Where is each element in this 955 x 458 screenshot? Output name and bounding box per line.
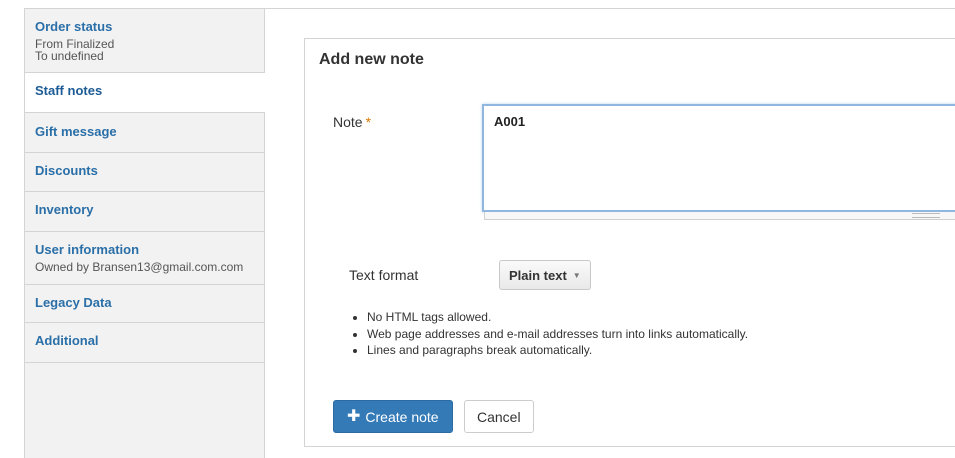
format-tip: Web page addresses and e-mail addresses … (367, 326, 748, 343)
tab-title: Order status (35, 19, 113, 34)
text-format-selected: Plain text (509, 267, 567, 283)
tab-user-information[interactable]: User information Owned by Bransen13@gmai… (25, 232, 264, 285)
tab-discounts[interactable]: Discounts (25, 153, 264, 192)
plus-icon: ✚ (347, 407, 361, 425)
text-format-select[interactable]: Plain text ▼ (499, 260, 591, 290)
tab-summary: To undefined (35, 49, 104, 63)
add-note-fieldset: Add new note Note * A001 Text format Plai… (304, 38, 955, 447)
tab-staff-notes[interactable]: Staff notes (25, 73, 265, 113)
tab-order-status[interactable]: Order status From Finalized To undefined (25, 9, 264, 73)
tab-gift-message[interactable]: Gift message (25, 113, 264, 153)
tab-title: Legacy Data (35, 295, 112, 310)
resize-grip-icon[interactable] (484, 212, 955, 220)
cancel-label: Cancel (477, 408, 521, 425)
tab-title: Inventory (35, 202, 94, 217)
tab-legacy-data[interactable]: Legacy Data (25, 285, 264, 323)
cancel-button[interactable]: Cancel (464, 400, 534, 433)
note-label: Note * (333, 114, 371, 130)
note-label-text: Note (333, 114, 363, 130)
tab-inventory[interactable]: Inventory (25, 192, 264, 232)
tab-summary: Owned by Bransen13@gmail.com.com (35, 260, 244, 274)
text-format-label: Text format (349, 267, 419, 283)
fieldset-legend: Add new note (319, 51, 424, 68)
tab-additional[interactable]: Additional (25, 323, 264, 363)
caret-down-icon: ▼ (572, 270, 581, 280)
vertical-tabs: Order status From Finalized To undefined… (24, 8, 265, 458)
format-tip: Lines and paragraphs break automatically… (367, 342, 748, 359)
format-tip: No HTML tags allowed. (367, 309, 748, 326)
tab-title: User information (35, 242, 140, 257)
create-note-label: Create note (365, 408, 439, 425)
grip-lines (912, 213, 940, 218)
tab-title: Additional (35, 333, 99, 348)
create-note-button[interactable]: ✚ Create note (333, 400, 453, 433)
tab-title: Gift message (35, 124, 117, 139)
page: Order status From Finalized To undefined… (0, 0, 955, 458)
tab-title: Discounts (35, 163, 98, 178)
note-textarea[interactable]: A001 (482, 104, 955, 212)
required-marker: * (365, 114, 372, 130)
tab-title: Staff notes (35, 83, 103, 98)
format-tips: No HTML tags allowed. Web page addresses… (349, 309, 748, 359)
